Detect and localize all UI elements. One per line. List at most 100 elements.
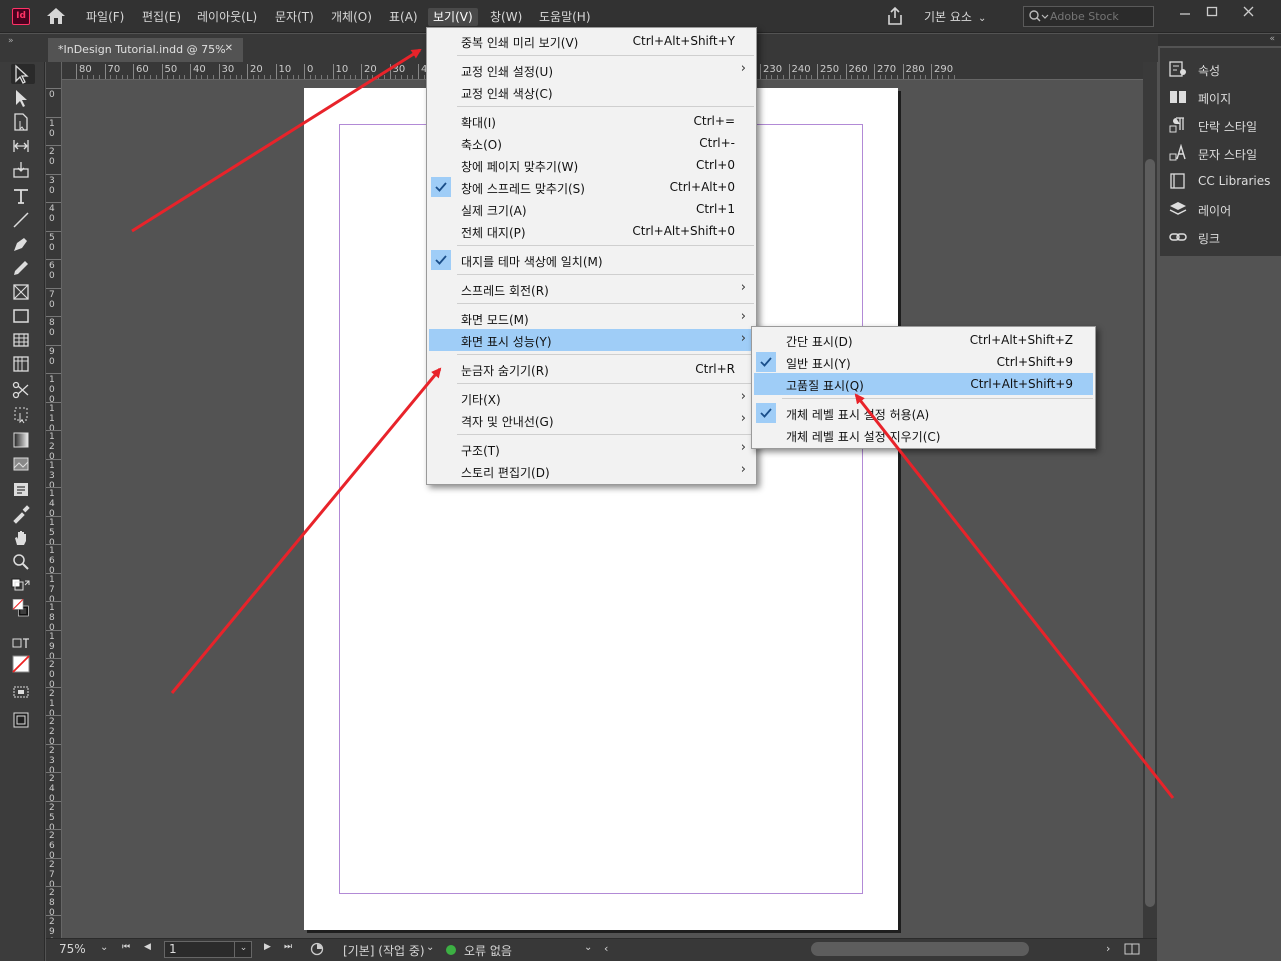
rectangle-tool-icon[interactable] [11, 306, 35, 326]
page-tool-icon[interactable] [11, 112, 35, 132]
line-tool-icon[interactable] [11, 210, 35, 230]
menu-type[interactable]: 문자(T) [270, 8, 319, 26]
panel-paragraph-styles[interactable]: 단락 스타일 [1160, 112, 1281, 138]
menu-item-zoom-out[interactable]: 축소(O) Ctrl+- [429, 132, 754, 154]
page-dropdown-icon[interactable]: ⌄ [234, 941, 252, 958]
menu-edit[interactable]: 편집(E) [137, 8, 186, 26]
menu-item-clear-object-level-display[interactable]: 개체 레벨 표시 설정 지우기(C) [754, 424, 1093, 446]
gap-tool-icon[interactable] [11, 136, 35, 156]
split-window-icon[interactable] [1124, 942, 1140, 959]
adobe-stock-search[interactable] [1023, 6, 1154, 27]
horizontal-scroll-thumb[interactable] [811, 942, 1029, 956]
paragraph-style-status[interactable]: [기본] (작업 중) [343, 942, 425, 959]
rectangle-frame-tool-icon[interactable] [11, 282, 35, 302]
menu-item-hide-rulers[interactable]: 눈금자 숨기기(R) Ctrl+R [429, 358, 754, 380]
default-fill-stroke-icon[interactable] [11, 578, 35, 598]
grid-tool-icon[interactable] [11, 354, 35, 374]
screen-mode-icon[interactable] [11, 682, 35, 702]
scroll-left-icon[interactable]: ‹ [604, 942, 608, 955]
search-input[interactable] [1050, 8, 1150, 25]
panel-properties[interactable]: 속성 [1160, 56, 1281, 82]
menu-item-rotate-spread[interactable]: 스프레드 회전(R) › [429, 278, 754, 300]
submenu-arrow-icon: › [740, 61, 746, 76]
scroll-right-icon[interactable]: › [1106, 942, 1110, 955]
menu-item-zoom-in[interactable]: 확대(I) Ctrl+= [429, 110, 754, 132]
menu-table[interactable]: 표(A) [384, 8, 423, 26]
menu-item-screen-mode[interactable]: 화면 모드(M) › [429, 307, 754, 329]
close-button[interactable] [1237, 4, 1261, 20]
menu-item-fit-spread[interactable]: 창에 스프레드 맞추기(S) Ctrl+Alt+0 [429, 176, 754, 198]
hand-tool-icon[interactable] [11, 528, 35, 548]
collapse-tools-icon[interactable]: » [8, 36, 14, 46]
menu-item-extras[interactable]: 기타(X) › [429, 387, 754, 409]
menu-layout[interactable]: 레이아웃(L) [192, 8, 262, 26]
menu-item-structure[interactable]: 구조(T) › [429, 438, 754, 460]
vertical-scrollbar[interactable] [1143, 62, 1157, 938]
menu-separator [457, 383, 754, 384]
workspace-switcher[interactable]: 기본 요소 ⌄ [924, 8, 986, 25]
panel-links[interactable]: 링크 [1160, 224, 1281, 250]
style-dropdown-icon[interactable]: ⌄ [426, 942, 434, 953]
menu-item-allow-object-level-display[interactable]: 개체 레벨 표시 설정 허용(A) [754, 402, 1093, 424]
note-tool-icon[interactable] [11, 480, 35, 500]
panel-pages[interactable]: 페이지 [1160, 84, 1281, 110]
pen-tool-icon[interactable] [11, 234, 35, 254]
menu-item-overprint-preview[interactable]: 중복 인쇄 미리 보기(V) Ctrl+Alt+Shift+Y [429, 30, 754, 52]
maximize-button[interactable] [1200, 4, 1224, 20]
free-transform-tool-icon[interactable] [11, 404, 35, 424]
menu-item-high-quality-display[interactable]: 고품질 표시(Q) Ctrl+Alt+Shift+9 [754, 373, 1093, 395]
menu-help[interactable]: 도움말(H) [534, 8, 596, 26]
zoom-dropdown-icon[interactable]: ⌄ [100, 942, 108, 953]
gradient-feather-tool-icon[interactable] [11, 454, 35, 474]
menu-window[interactable]: 창(W) [485, 8, 527, 26]
vertical-scroll-thumb[interactable] [1145, 159, 1155, 907]
preflight-status[interactable]: 오류 없음 [464, 942, 512, 959]
menu-item-fit-page[interactable]: 창에 페이지 맞추기(W) Ctrl+0 [429, 154, 754, 176]
minimize-button[interactable] [1173, 4, 1197, 20]
document-tab[interactable]: *InDesign Tutorial.indd @ 75% ✕ [48, 38, 243, 62]
apply-none-icon[interactable] [11, 654, 35, 674]
menu-item-fast-display[interactable]: 간단 표시(D) Ctrl+Alt+Shift+Z [754, 329, 1093, 351]
fill-stroke-swatch-icon[interactable] [11, 598, 35, 628]
zoom-tool-icon[interactable] [11, 552, 35, 572]
menu-file[interactable]: 파일(F) [81, 8, 129, 26]
home-icon[interactable] [45, 6, 67, 26]
menu-item-grids-guides[interactable]: 격자 및 안내선(G) › [429, 409, 754, 431]
previous-page-icon[interactable]: ◀ [144, 942, 151, 952]
next-page-icon[interactable]: ▶ [264, 942, 271, 952]
menu-item-actual-size[interactable]: 실제 크기(A) Ctrl+1 [429, 198, 754, 220]
close-tab-icon[interactable]: ✕ [225, 43, 233, 54]
preflight-dropdown-icon[interactable]: ⌄ [584, 942, 592, 953]
panel-character-styles[interactable]: 문자 스타일 [1160, 140, 1281, 166]
content-collector-icon[interactable] [11, 160, 35, 180]
formatting-affects-container-icon[interactable] [11, 634, 35, 654]
selection-tool-icon[interactable] [11, 64, 35, 84]
panel-cc-libraries[interactable]: CC Libraries [1160, 168, 1281, 194]
direct-selection-tool-icon[interactable] [11, 88, 35, 108]
menu-item-proof-setup[interactable]: 교정 인쇄 설정(U) › [429, 59, 754, 81]
type-tool-icon[interactable] [11, 186, 35, 206]
menu-object[interactable]: 개체(O) [326, 8, 377, 26]
menu-item-typical-display[interactable]: 일반 표시(Y) Ctrl+Shift+9 [754, 351, 1093, 373]
last-page-icon[interactable]: ⏭ [284, 942, 292, 952]
ruler-origin[interactable] [46, 62, 62, 80]
collapse-panels-icon[interactable]: « [1269, 34, 1275, 44]
scissors-tool-icon[interactable] [11, 380, 35, 400]
first-page-icon[interactable]: ⏮ [122, 942, 130, 952]
menu-item-proof-colors[interactable]: 교정 인쇄 색상(C) [429, 81, 754, 103]
menu-item-entire-pasteboard[interactable]: 전체 대지(P) Ctrl+Alt+Shift+0 [429, 220, 754, 242]
gradient-swatch-tool-icon[interactable] [11, 430, 35, 450]
menu-view[interactable]: 보기(V) [428, 8, 478, 26]
preview-mode-icon[interactable] [11, 710, 35, 730]
table-tool-icon[interactable] [11, 330, 35, 350]
menu-item-display-performance[interactable]: 화면 표시 성능(Y) › [429, 329, 754, 351]
eyedropper-tool-icon[interactable] [11, 504, 35, 524]
pencil-tool-icon[interactable] [11, 258, 35, 278]
zoom-level[interactable]: 75% [59, 942, 86, 956]
preview-toggle-icon[interactable] [310, 942, 324, 959]
menu-item-match-pasteboard-theme[interactable]: 대지를 테마 색상에 일치(M) [429, 249, 754, 271]
share-icon[interactable] [885, 6, 905, 26]
vertical-ruler[interactable]: 0 10 20 30 40 50 60 70 80 90 100110120130140150160… [46, 80, 62, 938]
menu-item-story-editor[interactable]: 스토리 편집기(D) › [429, 460, 754, 482]
panel-layers[interactable]: 레이어 [1160, 196, 1281, 222]
